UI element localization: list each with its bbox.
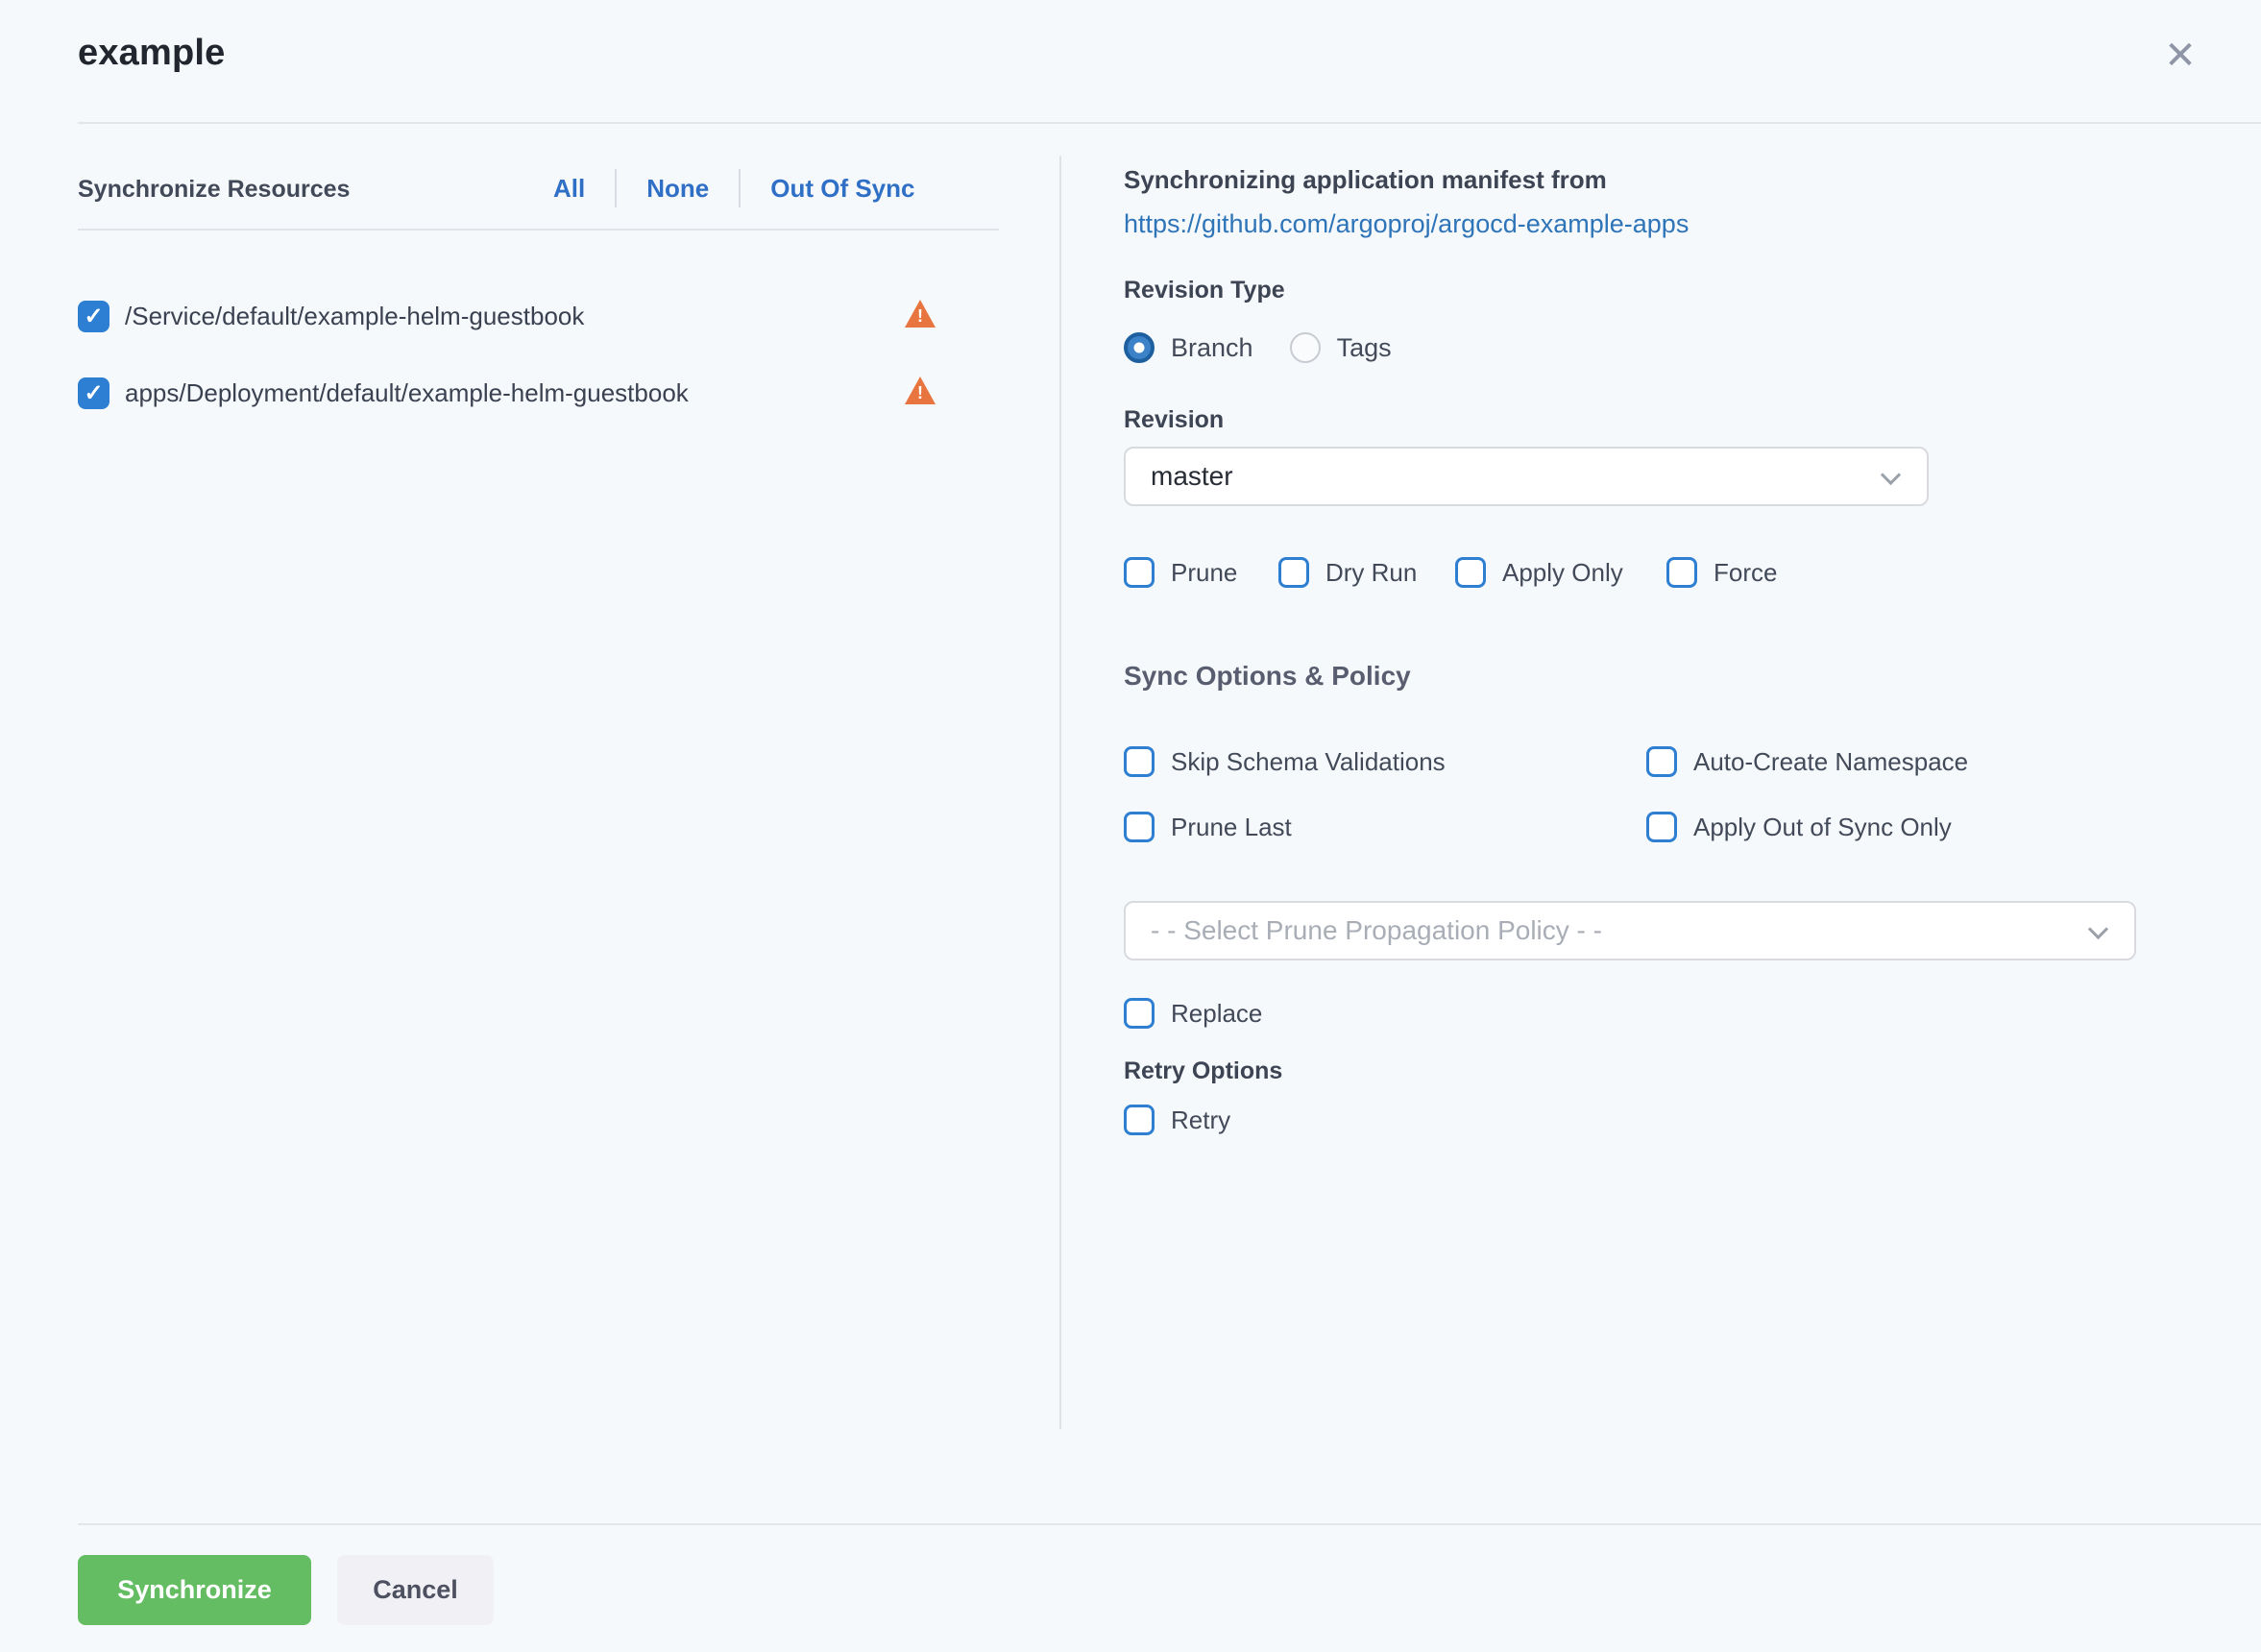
dry-run-checkbox[interactable] xyxy=(1278,557,1309,588)
close-icon: ✕ xyxy=(2164,36,2197,75)
resource-row: /Service/default/example-helm-guestbook xyxy=(78,299,942,333)
option-apply-only: Apply Only xyxy=(1455,555,1623,590)
prune-propagation-policy-placeholder: - - Select Prune Propagation Policy - - xyxy=(1151,915,1602,946)
filter-none-link[interactable]: None xyxy=(646,174,709,204)
synchronize-button[interactable]: Synchronize xyxy=(78,1555,311,1625)
apply-out-of-sync-only-checkbox[interactable] xyxy=(1646,812,1677,842)
revision-select[interactable]: master xyxy=(1124,447,1929,506)
resource-label: /Service/default/example-helm-guestbook xyxy=(125,302,584,331)
cancel-button[interactable]: Cancel xyxy=(337,1555,494,1625)
replace-checkbox[interactable] xyxy=(1124,998,1155,1029)
header-divider xyxy=(78,122,2261,124)
warning-icon xyxy=(905,377,936,404)
tags-radio[interactable] xyxy=(1290,332,1321,363)
apply-only-label[interactable]: Apply Only xyxy=(1502,558,1623,588)
radio-option-branch: Branch xyxy=(1124,332,1253,363)
force-label[interactable]: Force xyxy=(1714,558,1777,588)
resource-checkbox[interactable] xyxy=(78,377,109,409)
revision-label: Revision xyxy=(1124,406,1224,434)
sync-options-heading: Sync Options & Policy xyxy=(1124,661,1411,692)
resource-checkbox[interactable] xyxy=(78,301,109,332)
option-skip-schema-validations: Skip Schema Validations xyxy=(1124,744,1446,779)
radio-option-tags: Tags xyxy=(1290,332,1392,363)
apply-out-of-sync-only-label[interactable]: Apply Out of Sync Only xyxy=(1693,813,1952,842)
revision-type-radio-group: Branch Tags xyxy=(1124,332,1392,363)
manifest-heading: Synchronizing application manifest from xyxy=(1124,165,1607,195)
resource-row: apps/Deployment/default/example-helm-gue… xyxy=(78,376,942,410)
prune-last-checkbox[interactable] xyxy=(1124,812,1155,842)
close-button[interactable]: ✕ xyxy=(2155,31,2205,81)
filter-out-of-sync-link[interactable]: Out Of Sync xyxy=(770,174,914,204)
replace-label[interactable]: Replace xyxy=(1171,999,1262,1029)
prune-label[interactable]: Prune xyxy=(1171,558,1237,588)
prune-checkbox[interactable] xyxy=(1124,557,1155,588)
option-retry: Retry xyxy=(1124,1103,1230,1137)
warning-icon xyxy=(905,300,936,328)
option-replace: Replace xyxy=(1124,996,1262,1031)
filter-separator xyxy=(615,169,617,207)
branch-radio-label[interactable]: Branch xyxy=(1171,333,1253,363)
auto-create-namespace-checkbox[interactable] xyxy=(1646,746,1677,777)
revision-select-value: master xyxy=(1151,461,1233,492)
manifest-url-link[interactable]: https://github.com/argoproj/argocd-examp… xyxy=(1124,209,1689,239)
skip-schema-validations-checkbox[interactable] xyxy=(1124,746,1155,777)
option-apply-out-of-sync-only: Apply Out of Sync Only xyxy=(1646,810,1952,844)
branch-radio[interactable] xyxy=(1124,332,1155,363)
revision-type-label: Revision Type xyxy=(1124,277,1285,304)
footer-divider xyxy=(78,1523,2261,1525)
synchronize-resources-label: Synchronize Resources xyxy=(78,176,350,204)
footer-buttons: Synchronize Cancel xyxy=(78,1555,494,1625)
retry-label[interactable]: Retry xyxy=(1171,1105,1230,1135)
chevron-down-icon xyxy=(2088,919,2108,939)
option-force: Force xyxy=(1666,555,1777,590)
option-prune-last: Prune Last xyxy=(1124,810,1292,844)
resource-filters: All None Out Of Sync xyxy=(553,166,914,210)
skip-schema-validations-label[interactable]: Skip Schema Validations xyxy=(1171,747,1446,777)
prune-last-label[interactable]: Prune Last xyxy=(1171,813,1292,842)
apply-only-checkbox[interactable] xyxy=(1455,557,1486,588)
resource-label: apps/Deployment/default/example-helm-gue… xyxy=(125,378,689,408)
prune-propagation-policy-select[interactable]: - - Select Prune Propagation Policy - - xyxy=(1124,901,2136,960)
dry-run-label[interactable]: Dry Run xyxy=(1325,558,1417,588)
option-dry-run: Dry Run xyxy=(1278,555,1417,590)
filter-all-link[interactable]: All xyxy=(553,174,585,204)
chevron-down-icon xyxy=(1881,465,1901,485)
filter-separator xyxy=(739,169,741,207)
resources-header-underline xyxy=(78,229,999,231)
panel-divider xyxy=(1059,156,1061,1429)
force-checkbox[interactable] xyxy=(1666,557,1697,588)
option-prune: Prune xyxy=(1124,555,1237,590)
tags-radio-label[interactable]: Tags xyxy=(1337,333,1392,363)
retry-checkbox[interactable] xyxy=(1124,1105,1155,1135)
auto-create-namespace-label[interactable]: Auto-Create Namespace xyxy=(1693,747,1968,777)
retry-options-heading: Retry Options xyxy=(1124,1057,1282,1085)
option-auto-create-namespace: Auto-Create Namespace xyxy=(1646,744,1968,779)
dialog-title: example xyxy=(78,33,226,74)
